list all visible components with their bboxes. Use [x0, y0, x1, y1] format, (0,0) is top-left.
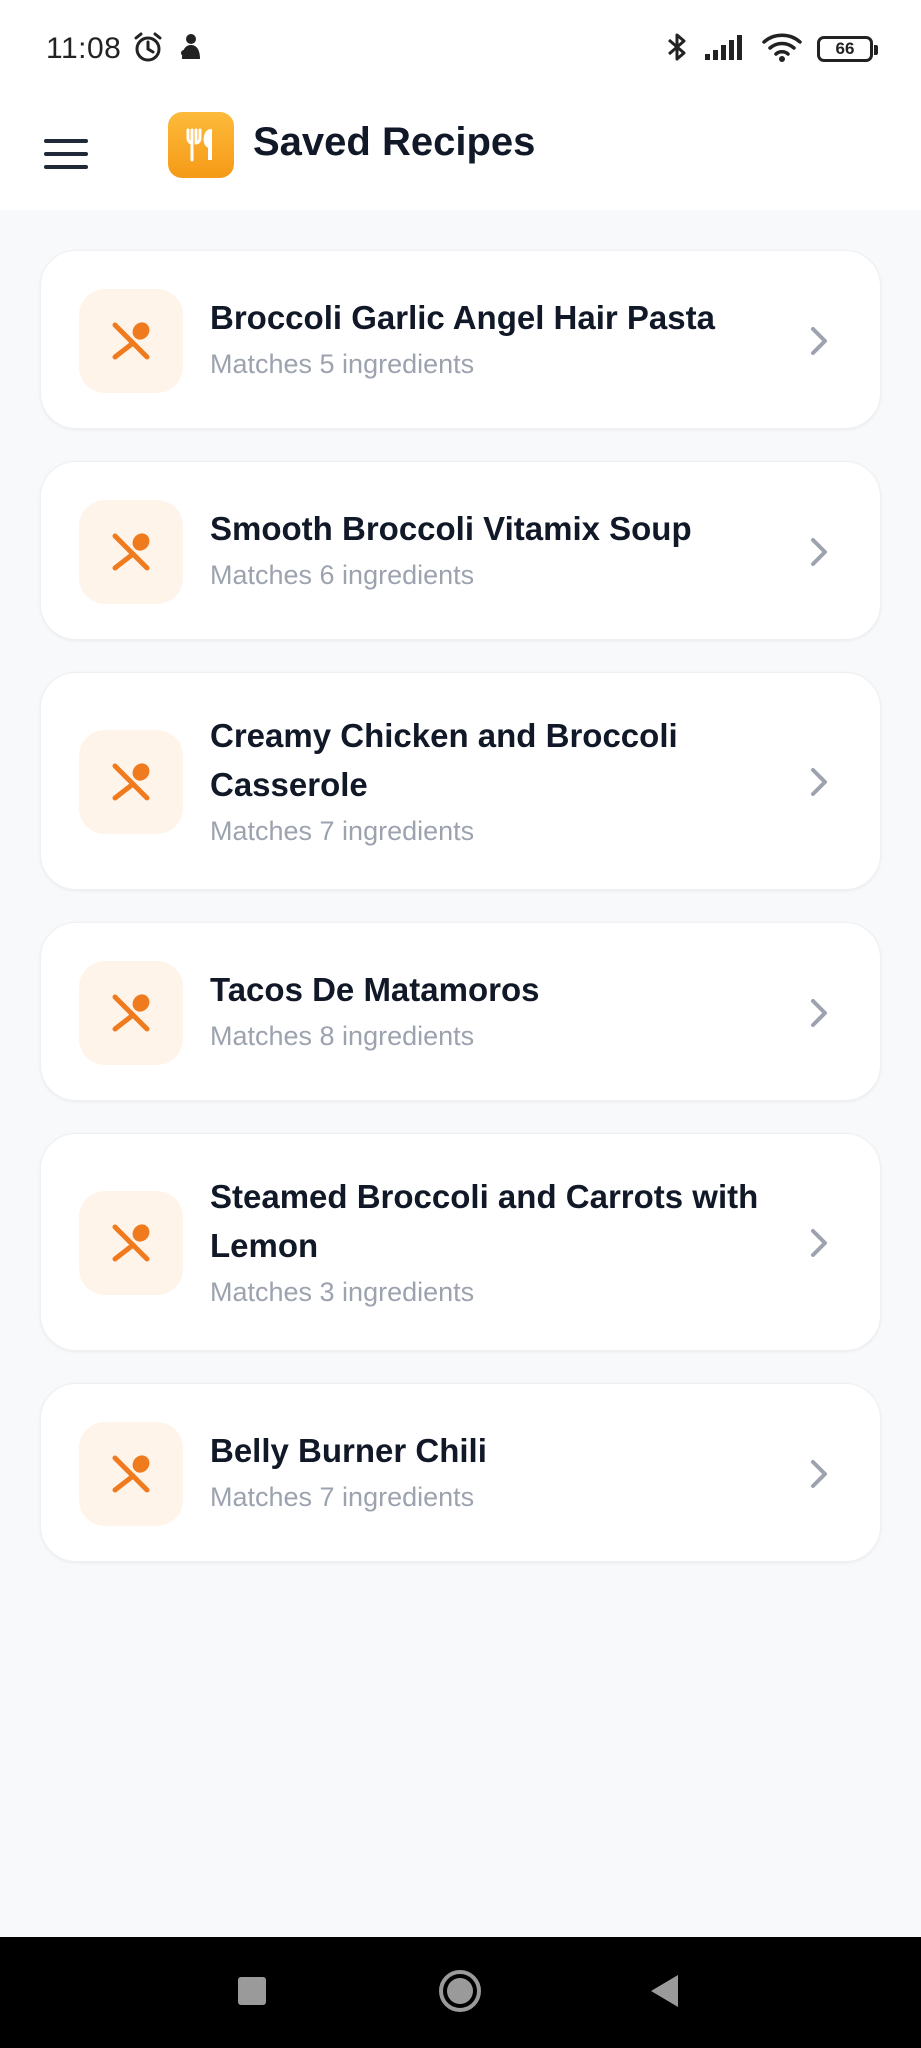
system-nav-bar: [0, 1937, 921, 2048]
status-bar: 11:08 66: [0, 0, 921, 98]
recipe-text: Smooth Broccoli Vitamix Soup Matches 6 i…: [210, 504, 790, 593]
status-right: 66: [665, 30, 878, 69]
recipe-text: Steamed Broccoli and Carrots with Lemon …: [210, 1172, 790, 1310]
home-icon[interactable]: [438, 1969, 482, 2013]
recipe-title: Belly Burner Chili: [210, 1432, 487, 1469]
recipe-title: Steamed Broccoli and Carrots with Lemon: [210, 1178, 759, 1264]
chevron-right-icon: [811, 1229, 827, 1257]
recipe-subtitle: Matches 8 ingredients: [210, 1021, 475, 1051]
status-time: 11:08: [46, 32, 122, 65]
page-title: Saved Recipes: [253, 120, 536, 164]
recipe-card[interactable]: Broccoli Garlic Angel Hair Pasta Matches…: [40, 250, 881, 429]
utensils-icon: [79, 289, 183, 393]
alarm-icon: [131, 30, 165, 69]
recipe-card[interactable]: Steamed Broccoli and Carrots with Lemon …: [40, 1133, 881, 1351]
app-bar: Saved Recipes: [0, 98, 921, 210]
recipe-text: Broccoli Garlic Angel Hair Pasta Matches…: [210, 293, 790, 382]
recipe-title: Creamy Chicken and Broccoli Casserole: [210, 717, 678, 803]
hamburger-menu-icon[interactable]: [36, 128, 96, 180]
status-left: 11:08: [46, 30, 205, 69]
chevron-right-icon: [811, 768, 827, 796]
bluetooth-icon: [665, 30, 689, 69]
wifi-icon: [761, 31, 803, 68]
recents-icon[interactable]: [236, 1975, 268, 2007]
utensils-icon: [79, 730, 183, 834]
utensils-icon: [79, 1422, 183, 1526]
utensils-icon: [79, 1191, 183, 1295]
recipe-subtitle: Matches 6 ingredients: [210, 560, 475, 590]
recipe-card[interactable]: Smooth Broccoli Vitamix Soup Matches 6 i…: [40, 461, 881, 640]
utensils-icon: [79, 500, 183, 604]
menu-line: [44, 152, 88, 156]
utensils-icon: [79, 961, 183, 1065]
recipe-title: Smooth Broccoli Vitamix Soup: [210, 510, 692, 547]
menu-line: [44, 139, 88, 143]
recipe-subtitle: Matches 7 ingredients: [210, 1482, 475, 1512]
recipe-card[interactable]: Tacos De Matamoros Matches 8 ingredients: [40, 922, 881, 1101]
recipe-subtitle: Matches 3 ingredients: [210, 1277, 475, 1307]
utensils-icon: [168, 112, 234, 178]
recipe-text: Tacos De Matamoros Matches 8 ingredients: [210, 965, 790, 1054]
recipe-title: Tacos De Matamoros: [210, 971, 540, 1008]
chevron-right-icon: [811, 538, 827, 566]
recipe-text: Belly Burner Chili Matches 7 ingredients: [210, 1426, 790, 1515]
signal-icon: [703, 32, 747, 67]
back-icon[interactable]: [648, 1973, 680, 2009]
chevron-right-icon: [811, 1460, 827, 1488]
recipe-card[interactable]: Creamy Chicken and Broccoli Casserole Ma…: [40, 672, 881, 890]
recipe-subtitle: Matches 5 ingredients: [210, 349, 475, 379]
recipe-title: Broccoli Garlic Angel Hair Pasta: [210, 299, 715, 336]
recipe-card[interactable]: Belly Burner Chili Matches 7 ingredients: [40, 1383, 881, 1562]
recipe-text: Creamy Chicken and Broccoli Casserole Ma…: [210, 711, 790, 849]
notification-icon: [175, 31, 205, 68]
battery-icon: 66: [817, 36, 878, 62]
chevron-right-icon: [811, 327, 827, 355]
menu-line: [44, 165, 88, 169]
recipe-subtitle: Matches 7 ingredients: [210, 816, 475, 846]
chevron-right-icon: [811, 999, 827, 1027]
